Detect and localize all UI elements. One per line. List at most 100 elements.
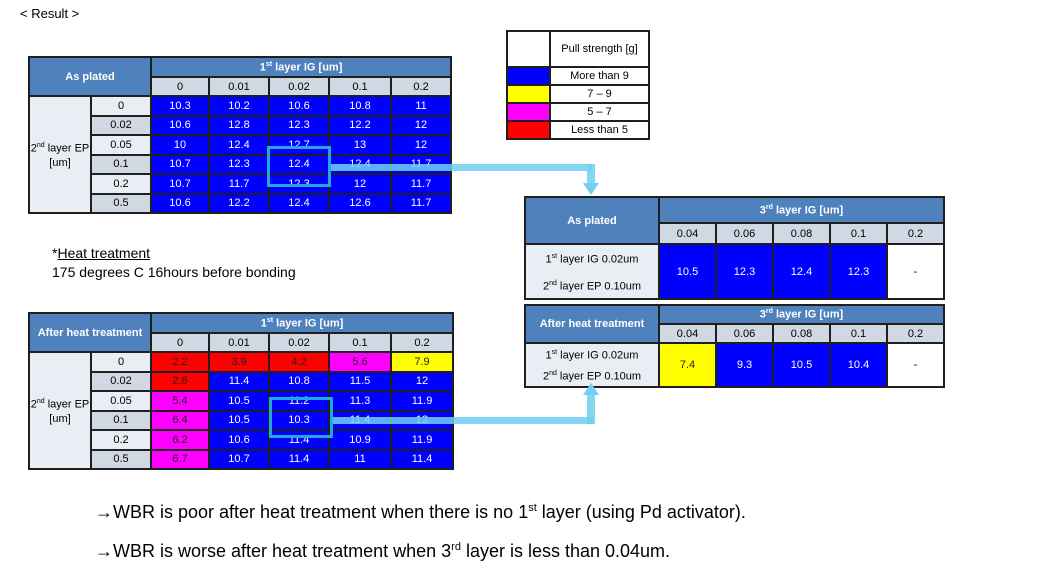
value-cell: 10.6	[150, 192, 211, 214]
value-cell: 10.4	[829, 341, 888, 389]
table-row: 0.05 10 12.4 12.7 13 12	[29, 134, 453, 156]
value-cell: 12	[389, 370, 455, 392]
heat-note-title: *Heat treatment	[52, 245, 150, 261]
value-cell: 10.6	[208, 429, 270, 451]
legend-swatch-yellow	[506, 84, 551, 104]
value-cell: 11.9	[389, 390, 455, 412]
value-cell: 11.4	[389, 448, 455, 470]
value-cell: 4.2	[268, 351, 330, 373]
table-row: 0.02 10.6 12.8 12.3 12.2 12	[29, 114, 453, 136]
value-cell: 12.4	[268, 192, 331, 214]
column-header: 0.2	[885, 323, 946, 344]
title-part: layer IG 0.02um	[557, 253, 639, 266]
column-header: 0.08	[772, 323, 831, 344]
value-cell: 12.3	[208, 153, 271, 175]
conclusion-1: →WBR is poor after heat treatment when t…	[95, 502, 746, 523]
superscript: rd	[765, 308, 773, 316]
value-cell: -	[885, 341, 946, 389]
value-cell: 12.4	[772, 242, 831, 301]
legend-header: Pull strength [g]	[549, 30, 650, 68]
title-part: layer EP 0.10um	[556, 280, 642, 293]
column-header: 0.2	[389, 332, 455, 353]
value-cell: 11	[390, 95, 453, 117]
row-group-title: 2nd layer EP [um]	[28, 95, 92, 214]
value-cell: 12.2	[328, 114, 393, 136]
column-header: 0.2	[885, 222, 946, 245]
title-part: layer IG [um]	[273, 317, 344, 330]
value-cell: 10	[150, 134, 211, 156]
after-heat-table: After heat treatment 1st layer IG [um] 0 0.…	[28, 312, 455, 470]
column-header: 0.04	[658, 323, 717, 344]
corner-label: After heat treatment	[28, 312, 152, 353]
value-cell: 10.7	[208, 448, 270, 470]
arrow-right-icon: →	[95, 502, 113, 522]
table-row: 1st layer IG 0.02um 2nd layer EP 0.10um 7.…	[524, 341, 946, 389]
value-cell: 3.9	[208, 351, 270, 373]
value-cell: 11.7	[208, 173, 271, 195]
conclusion-text: WBR is poor after heat treatment when th…	[113, 502, 529, 522]
value-cell: 6.2	[150, 429, 210, 451]
value-cell: 12.3	[829, 242, 888, 301]
value-cell: 10.7	[150, 153, 211, 175]
column-header: 0.1	[829, 323, 888, 344]
column-header: 0.1	[829, 222, 888, 245]
value-cell: 10.5	[208, 409, 270, 431]
column-group-title: 3rd layer IG [um]	[657, 304, 946, 325]
value-cell: 5.4	[150, 390, 210, 412]
value-cell: 12.8	[208, 114, 271, 136]
value-cell: 7.4	[658, 341, 717, 389]
column-group-title: 1st layer IG [um]	[150, 56, 453, 78]
value-cell: 6.7	[150, 448, 210, 470]
column-header: 0	[150, 76, 211, 97]
title-part: layer IG [um]	[772, 204, 844, 217]
legend-swatch-red	[506, 120, 551, 140]
value-cell: -	[885, 242, 946, 301]
connector-line-bottom-up	[587, 395, 595, 424]
conclusion-text: layer (using Pd activator).	[536, 502, 746, 522]
row-header: 1st layer IG 0.02um 2nd layer EP 0.10um	[524, 242, 660, 301]
title-part: layer IG [um]	[772, 308, 844, 321]
title-part: layer IG 0.02um	[557, 349, 639, 362]
table-row: 2nd layer EP [um] 0 10.3 10.2 10.6 10.8 11	[28, 95, 453, 214]
row-header: 0.1	[89, 153, 153, 175]
table-row: 0.5 10.6 12.2 12.4 12.6 11.7	[29, 192, 453, 214]
row-header: 0.05	[89, 134, 153, 156]
section-title: < Result >	[20, 6, 80, 21]
conclusion-text: WBR is worse after heat treatment when 3	[113, 541, 452, 561]
heat-treatment-label: Heat treatment	[57, 245, 151, 261]
value-cell: 10.8	[328, 95, 393, 117]
legend-label: Less than 5	[549, 120, 650, 140]
row-header: 0.05	[90, 390, 152, 412]
arrow-down-icon	[583, 183, 599, 195]
legend-table: Pull strength [g] More than 9 7 – 9 5 – …	[506, 30, 650, 140]
connector-line-bottom	[332, 417, 594, 424]
value-cell: 10.7	[150, 173, 211, 195]
table-row: 0.02 2.6 11.4 10.8 11.5 12	[29, 370, 455, 392]
value-cell: 10.5	[772, 341, 831, 389]
column-header: 0.08	[772, 222, 831, 245]
legend-label: 7 – 9	[549, 84, 650, 104]
column-header: 0.2	[390, 76, 453, 97]
conclusion-2: →WBR is worse after heat treatment when …	[95, 541, 670, 562]
highlight-box-after-heat	[269, 397, 333, 438]
column-header: 0.06	[715, 222, 774, 245]
value-cell: 12.4	[208, 134, 271, 156]
value-cell: 11.4	[208, 370, 270, 392]
value-cell: 6.4	[150, 409, 210, 431]
value-cell: 10.3	[150, 95, 211, 117]
row-header: 0.5	[90, 448, 152, 470]
legend-label: More than 9	[549, 66, 650, 86]
title-part: layer EP [um]	[44, 142, 90, 170]
value-cell: 12.2	[208, 192, 271, 214]
row-header: 0.1	[90, 409, 152, 431]
title-part: layer EP 0.10um	[556, 370, 642, 383]
value-cell: 11.4	[268, 448, 330, 470]
column-header: 0.02	[268, 76, 331, 97]
value-cell: 12.6	[328, 192, 393, 214]
title-part: layer IG [um]	[272, 61, 343, 74]
superscript: nd	[549, 370, 557, 378]
connector-line-top	[330, 164, 592, 171]
value-cell: 2.2	[150, 351, 210, 373]
value-cell: 11.3	[328, 390, 392, 412]
superscript: nd	[36, 397, 45, 405]
